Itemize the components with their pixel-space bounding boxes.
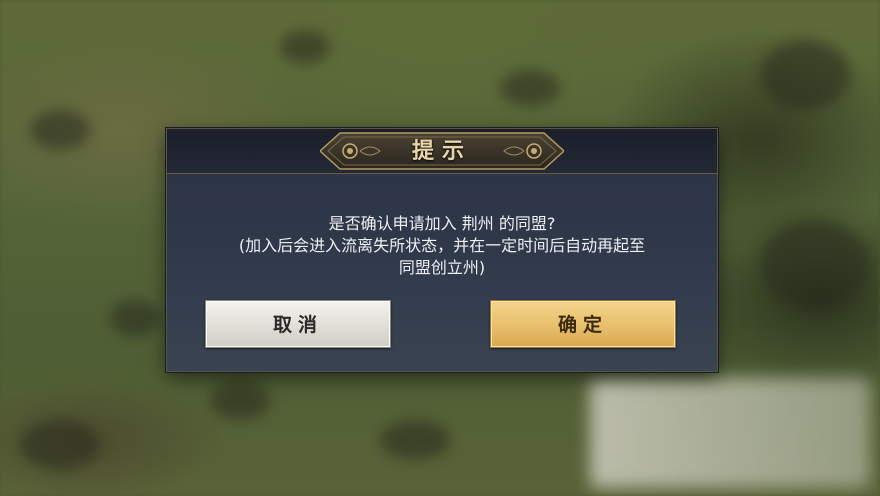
confirm-join-alliance-dialog: 提示 是否确认申请加入 荆州 的同盟? (加入后会进入流离失所状态，并在一定时间… <box>166 128 718 372</box>
message-line: 同盟创立州) <box>398 258 486 277</box>
confirm-button[interactable]: 确定 <box>490 300 676 348</box>
dialog-message: 是否确认申请加入 荆州 的同盟? (加入后会进入流离失所状态，并在一定时间后自动… <box>177 213 707 279</box>
message-line: 是否确认申请加入 荆州 的同盟? <box>328 214 556 233</box>
dialog-header: 提示 <box>167 129 717 174</box>
cancel-button[interactable]: 取消 <box>205 300 391 348</box>
dialog-title: 提示 <box>411 138 472 164</box>
message-line: (加入后会进入流离失所状态，并在一定时间后自动再起至 <box>238 236 646 255</box>
